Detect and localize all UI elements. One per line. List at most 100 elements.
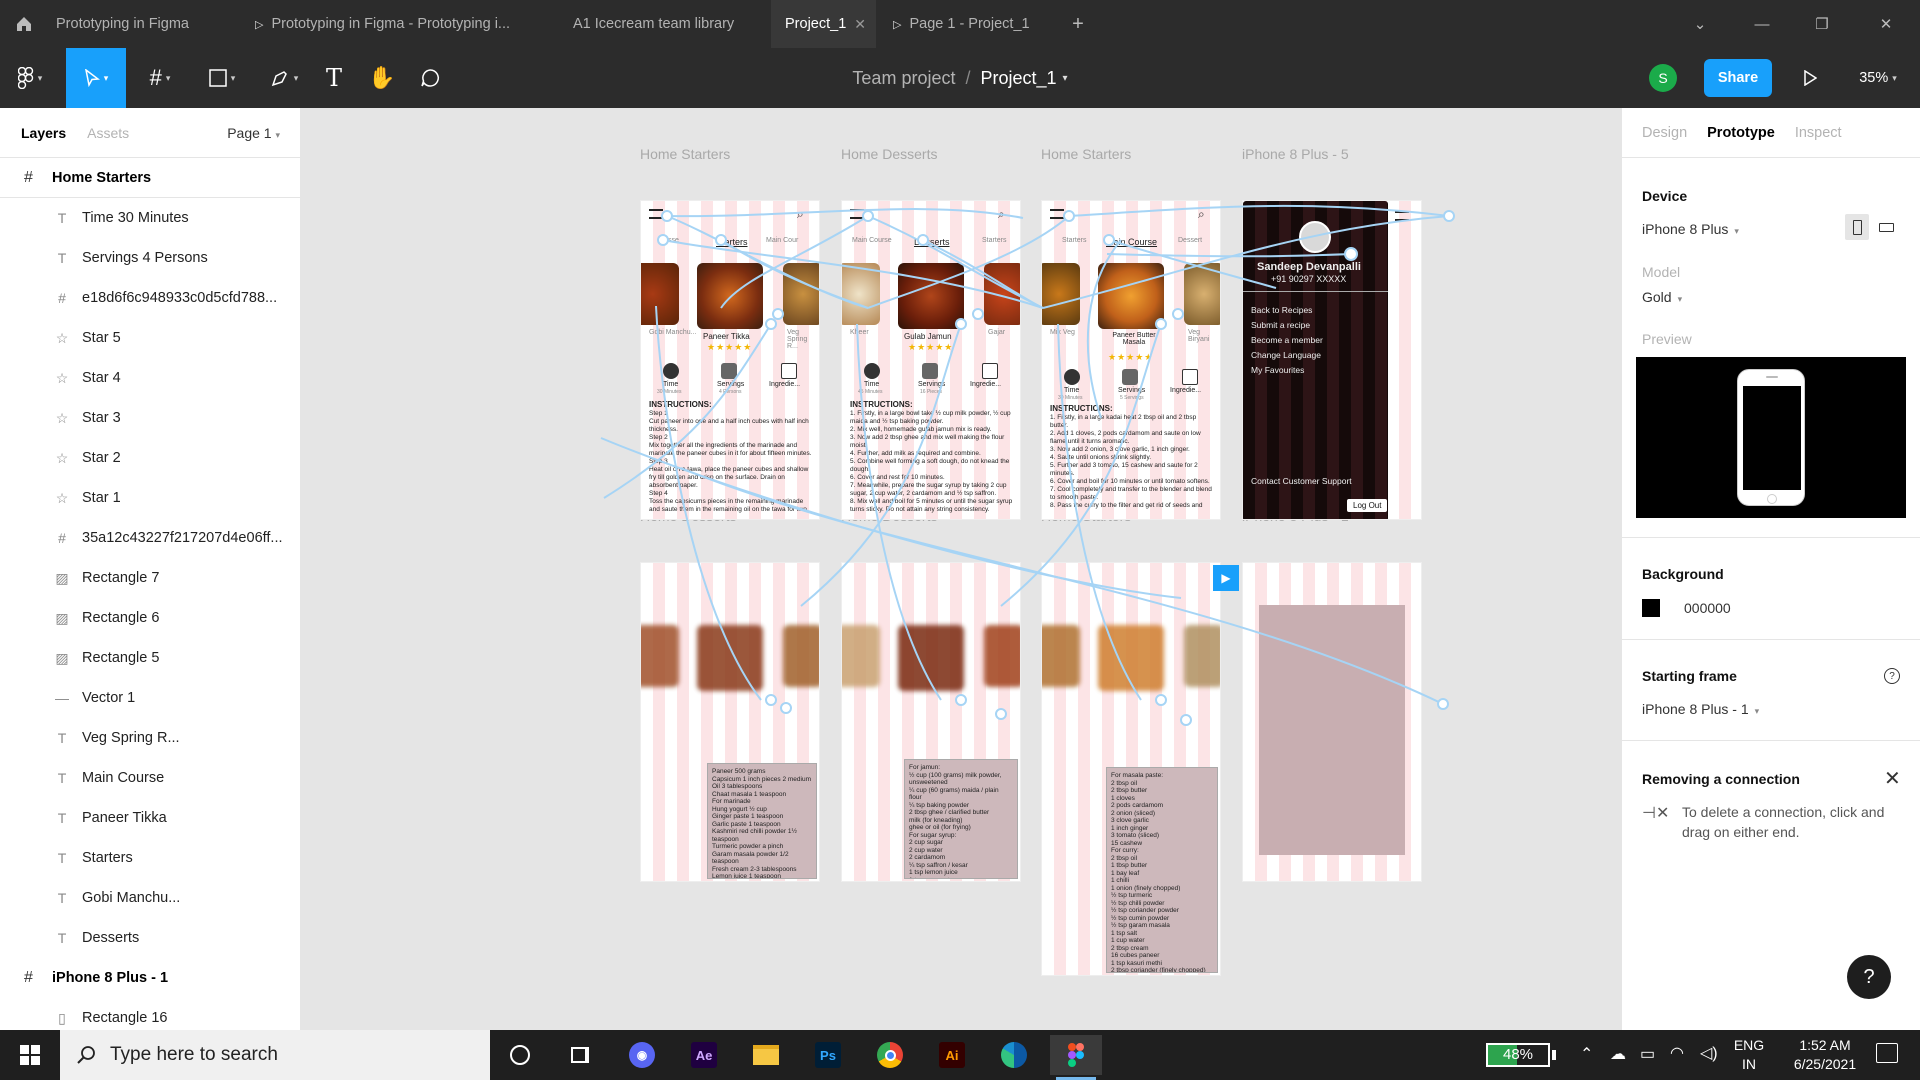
layer-item[interactable]: # e18d6f6c948933c0d5cfd788... [0, 278, 300, 318]
layer-item[interactable]: ☆ Star 5 [0, 318, 300, 358]
frame-tool-button[interactable]: # ▾ [134, 48, 186, 108]
layer-item[interactable]: #35a12c43227f217207d4e06ff... [0, 518, 300, 558]
share-button[interactable]: Share [1704, 59, 1772, 97]
onedrive-icon[interactable]: ☁ [1610, 1044, 1626, 1064]
layer-item[interactable]: ☆ Star 2 [0, 438, 300, 478]
layer-item[interactable]: T Servings 4 Persons [0, 238, 300, 278]
tab-layers[interactable]: Layers [21, 125, 66, 141]
chevron-up-icon[interactable]: ⌃ [1580, 1044, 1593, 1064]
minimize-icon[interactable]: — [1738, 0, 1786, 48]
tab-assets[interactable]: Assets [87, 125, 129, 141]
tab-prototyping-in-figma-proto[interactable]: ▷ Prototyping in Figma - Prototyping i..… [255, 0, 523, 48]
language-indicator[interactable]: ENG IN [1728, 1036, 1770, 1074]
model-dropdown[interactable]: Gold ▾ [1642, 289, 1682, 305]
layer-frame-home-starters[interactable]: # Home Starters [0, 158, 300, 198]
layer-label: Star 1 [82, 490, 121, 506]
battery-tray-icon[interactable]: ▭ [1640, 1044, 1655, 1064]
tab-inspect[interactable]: Inspect [1795, 125, 1842, 141]
file-explorer-icon[interactable] [740, 1035, 792, 1075]
help-circle-icon[interactable]: ? [1884, 668, 1900, 684]
tab-icecream-library[interactable]: A1 Icecream team library [573, 0, 773, 48]
layer-item[interactable]: ▯ Rectangle 16 [0, 998, 300, 1030]
photoshop-icon[interactable]: Ps [802, 1035, 854, 1075]
layer-item[interactable]: T Starters [0, 838, 300, 878]
zoom-dropdown[interactable]: 35% ▾ [1848, 48, 1908, 108]
text-tool-button[interactable]: T [314, 48, 354, 108]
frame-icon: # [24, 969, 33, 986]
start-button[interactable] [0, 1030, 60, 1080]
close-icon[interactable]: ✕ [1884, 766, 1901, 791]
disconnect-icon: ⊣✕ [1642, 805, 1670, 822]
chrome-icon[interactable] [864, 1035, 916, 1075]
clock[interactable]: 1:52 AM 6/25/2021 [1780, 1036, 1870, 1074]
play-icon: ▷ [255, 18, 264, 31]
chevron-down-icon: ▾ [1754, 706, 1760, 716]
cortana-icon[interactable] [494, 1035, 546, 1075]
page-selector[interactable]: Page 1 ▾ [227, 125, 280, 141]
wifi-icon[interactable]: ◠ [1670, 1043, 1684, 1063]
background-hex-input[interactable]: 000000 [1684, 600, 1731, 616]
tab-project-1[interactable]: Project_1 ✕ [771, 0, 876, 48]
layer-item[interactable]: ☆ Star 3 [0, 398, 300, 438]
landscape-toggle[interactable] [1874, 214, 1898, 240]
background-color-swatch[interactable] [1642, 599, 1660, 617]
tab-prototyping-in-figma[interactable]: Prototyping in Figma [56, 0, 256, 48]
chevron-down-icon[interactable]: ⌄ [1676, 0, 1724, 48]
chevron-down-icon[interactable]: ▾ [1063, 73, 1068, 84]
main-menu-button[interactable]: ▾ [0, 48, 60, 108]
tab-page-1-project-1[interactable]: ▷ Page 1 - Project_1 [893, 0, 1043, 48]
project-name[interactable]: Project_1 [980, 68, 1056, 89]
connection-handle [862, 210, 874, 222]
shape-tool-button[interactable]: ▾ [196, 48, 248, 108]
connection-handle [657, 234, 669, 246]
layer-item[interactable]: T Main Course [0, 758, 300, 798]
illustrator-icon[interactable]: Ai [926, 1035, 978, 1075]
tab-prototype[interactable]: Prototype [1707, 125, 1775, 141]
layer-item[interactable]: T Gobi Manchu... [0, 878, 300, 918]
user-avatar[interactable]: S [1648, 48, 1678, 108]
starting-frame-dropdown[interactable]: iPhone 8 Plus - 1 ▾ [1642, 701, 1759, 717]
pen-tool-button[interactable]: ▾ [258, 48, 310, 108]
team-name[interactable]: Team project [852, 68, 955, 89]
comment-tool-button[interactable] [410, 48, 450, 108]
task-view-icon[interactable] [554, 1035, 606, 1075]
device-dropdown[interactable]: iPhone 8 Plus ▾ [1642, 221, 1739, 237]
layer-item[interactable]: T Desserts [0, 918, 300, 958]
new-tab-plus-icon[interactable]: + [1054, 0, 1102, 48]
canvas[interactable]: Home Starters Home Desserts Home Starter… [301, 108, 1621, 1030]
edge-icon[interactable] [988, 1035, 1040, 1075]
layer-frame-iphone-8-plus-1[interactable]: # iPhone 8 Plus - 1 [0, 958, 300, 998]
close-icon[interactable]: ✕ [854, 16, 866, 33]
layer-item[interactable]: T Time 30 Minutes [0, 198, 300, 238]
volume-icon[interactable]: ◁) [1700, 1043, 1718, 1063]
hand-tool-button[interactable]: ✋ [362, 48, 402, 108]
move-tool-button[interactable]: ▾ [66, 48, 126, 108]
prototype-connections [600, 204, 1455, 726]
layer-item[interactable]: ☆ Star 1 [0, 478, 300, 518]
layer-item[interactable]: ▨ Rectangle 7 [0, 558, 300, 598]
close-window-icon[interactable]: ✕ [1862, 0, 1910, 48]
layer-item[interactable]: T Veg Spring R... [0, 718, 300, 758]
portrait-toggle[interactable] [1845, 214, 1869, 240]
layer-item[interactable]: — Vector 1 [0, 678, 300, 718]
battery-indicator[interactable]: 48% [1486, 1043, 1550, 1067]
present-button[interactable] [1790, 48, 1830, 108]
connection-line [1108, 239, 1277, 289]
layer-item[interactable]: ▨ Rectangle 6 [0, 598, 300, 638]
layer-label: Time 30 Minutes [82, 210, 189, 226]
taskbar-search[interactable]: Type here to search [60, 1030, 490, 1080]
home-icon[interactable] [0, 0, 48, 48]
figma-icon[interactable] [1050, 1035, 1102, 1080]
notification-icon[interactable] [1876, 1043, 1898, 1063]
discord-icon[interactable]: ◉ [616, 1035, 668, 1075]
layer-item[interactable]: T Paneer Tikka [0, 798, 300, 838]
star-icon: ☆ [55, 329, 69, 346]
after-effects-icon[interactable]: Ae [678, 1035, 730, 1075]
layer-item[interactable]: ▨ Rectangle 5 [0, 638, 300, 678]
tab-design[interactable]: Design [1642, 125, 1687, 141]
restore-icon[interactable]: ❐ [1798, 0, 1846, 48]
connection-handle [765, 318, 777, 330]
layer-item[interactable]: ☆ Star 4 [0, 358, 300, 398]
help-button[interactable]: ? [1847, 955, 1891, 999]
tab-label: Prototyping in Figma - Prototyping i... [271, 16, 511, 32]
